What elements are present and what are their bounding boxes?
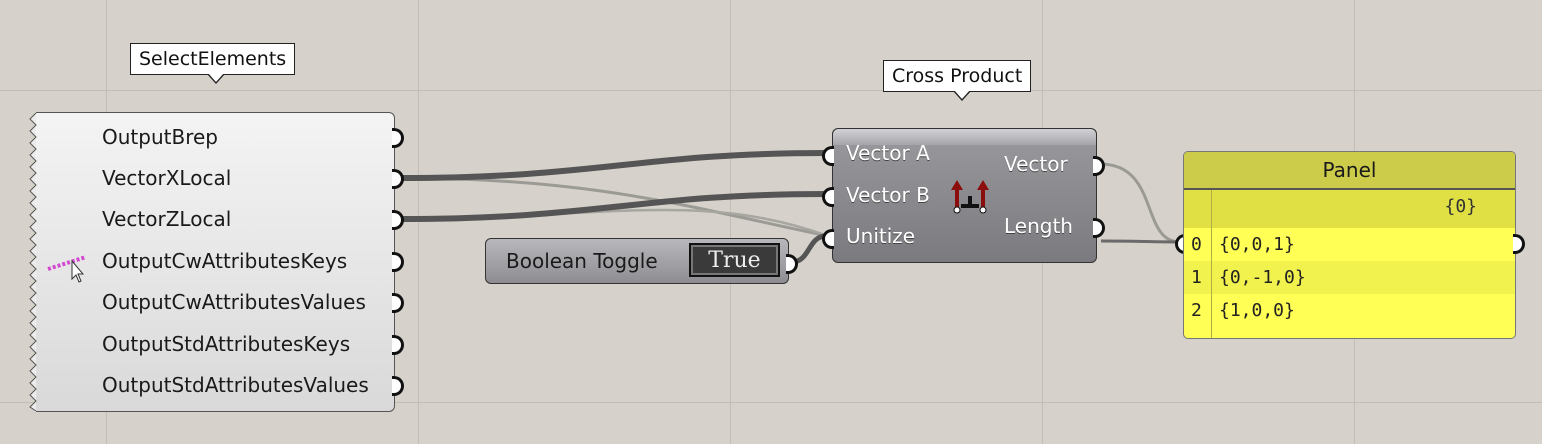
output-cw-attributes-values-label: OutputCwAttributesValues: [102, 290, 366, 314]
list-item-index: 0: [1191, 234, 1202, 255]
list-item-index: 2: [1191, 300, 1202, 321]
list-item: 0 {0,0,1}: [1184, 228, 1515, 261]
output-brep-label: OutputBrep: [102, 125, 218, 149]
cross-product-component[interactable]: Vector A Vector B Unitize Vector Length: [832, 128, 1097, 263]
select-elements-name-bubble: SelectElements: [130, 43, 296, 84]
bubble-tail: [954, 90, 970, 99]
bubble-tail: [208, 73, 224, 82]
cross-product-name-bubble: Cross Product: [883, 60, 1032, 101]
select-elements-component[interactable]: OutputBrep VectorXLocal VectorZLocal Out…: [29, 112, 395, 412]
panel-component[interactable]: Panel {0} 0 {0,0,1} 1 {0,-1,0} 2 {1,0,0}: [1183, 151, 1516, 339]
panel-index-gutter: [1211, 190, 1212, 338]
panel-branch-path: {0}: [1444, 196, 1477, 217]
length-output-label: Length: [1004, 214, 1073, 238]
vector-b-input-label: Vector B: [846, 183, 930, 207]
output-std-attributes-keys-label: OutputStdAttributesKeys: [102, 332, 351, 356]
list-item-index: 1: [1191, 267, 1202, 288]
component-name: SelectElements: [139, 48, 287, 70]
component-name: Cross Product: [892, 65, 1023, 87]
list-item: 1 {0,-1,0}: [1184, 261, 1515, 294]
wire: [791, 233, 827, 265]
wire: [399, 191, 827, 222]
vector-x-local-label: VectorXLocal: [102, 166, 232, 190]
wire: [399, 150, 827, 181]
wire: [1099, 162, 1181, 244]
zigzag-edge: [29, 113, 37, 411]
cross-product-icon: [951, 180, 989, 214]
boolean-toggle-component[interactable]: Boolean Toggle True: [485, 238, 789, 284]
list-item-value: {0,0,1}: [1219, 234, 1295, 255]
boolean-toggle-label: Boolean Toggle: [506, 249, 658, 273]
list-item-value: {1,0,0}: [1219, 300, 1295, 321]
wire: [1100, 239, 1181, 244]
vector-z-local-label: VectorZLocal: [102, 207, 232, 231]
vector-a-input-label: Vector A: [846, 141, 930, 165]
vector-output-label: Vector: [1004, 152, 1068, 176]
unitize-input-label: Unitize: [846, 224, 916, 248]
output-cw-attributes-keys-label: OutputCwAttributesKeys: [102, 249, 348, 273]
panel-branch-header: {0}: [1184, 190, 1515, 228]
list-item-value: {0,-1,0}: [1219, 267, 1306, 288]
toggle-value-button[interactable]: True: [689, 243, 780, 277]
output-std-attributes-values-label: OutputStdAttributesValues: [102, 373, 369, 397]
panel-title: Panel: [1184, 152, 1515, 190]
list-item: 2 {1,0,0}: [1184, 294, 1515, 327]
select-elements-icon: [47, 255, 87, 283]
